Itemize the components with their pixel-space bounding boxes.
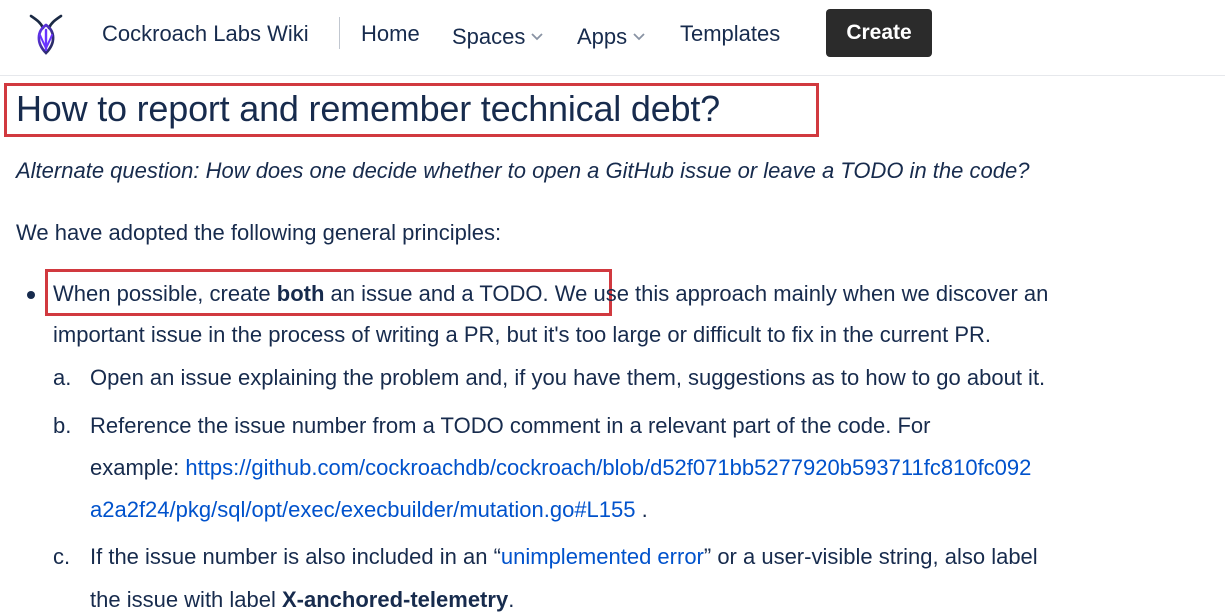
page-title: How to report and remember technical deb… bbox=[16, 88, 720, 129]
sub-item-b-text-2: example: https://github.com/cockroachdb/… bbox=[90, 455, 1031, 481]
bullet-line-1: When possible, create both an issue and … bbox=[53, 281, 1048, 307]
nav-apps-dropdown[interactable]: Apps bbox=[577, 21, 645, 50]
telemetry-label-bold: X-anchored-telemetry bbox=[282, 587, 509, 612]
cockroach-logo-icon[interactable] bbox=[26, 12, 66, 56]
github-link-line-1[interactable]: https://github.com/cockroachdb/cockroach… bbox=[185, 455, 1031, 480]
sub-item-b-suffix: . bbox=[635, 497, 648, 522]
bullet-line-2: important issue in the process of writin… bbox=[53, 322, 991, 347]
sub-item-c-line2-prefix: the issue with label bbox=[90, 587, 282, 612]
unimplemented-error-link[interactable]: unimplemented error bbox=[501, 544, 704, 569]
sub-item-b-text-1: Reference the issue number from a TODO c… bbox=[90, 413, 931, 438]
top-navigation-bar: Cockroach Labs Wiki Home Spaces Apps Tem… bbox=[0, 0, 1225, 76]
bullet-bold-both: both bbox=[276, 281, 325, 306]
github-link-line-2[interactable]: a2a2f24/pkg/sql/opt/exec/execbuilder/mut… bbox=[90, 497, 636, 522]
nav-spaces-label: Spaces bbox=[452, 24, 526, 49]
sub-item-c-line2-suffix: . bbox=[508, 587, 515, 612]
sub-item-a-text: Open an issue explaining the problem and… bbox=[90, 365, 1046, 390]
sub-item-c-prefix: If the issue number is also included in … bbox=[90, 544, 501, 569]
site-name-link[interactable]: Cockroach Labs Wiki bbox=[102, 21, 309, 47]
sub-item-b-marker: b. bbox=[53, 413, 72, 438]
header-divider bbox=[339, 17, 340, 49]
bullet-text-part2: an issue and a TODO. bbox=[324, 281, 549, 306]
create-button[interactable]: Create bbox=[826, 9, 932, 57]
sub-item-c-marker: c. bbox=[53, 544, 71, 569]
chevron-down-icon bbox=[633, 21, 645, 47]
sub-item-b-example-label: example: bbox=[90, 455, 186, 480]
sub-item-c-text-1: If the issue number is also included in … bbox=[90, 544, 1038, 570]
bullet-marker bbox=[27, 291, 35, 299]
alternate-question: Alternate question: How does one decide … bbox=[16, 158, 1030, 183]
sub-item-b-text-3: a2a2f24/pkg/sql/opt/exec/execbuilder/mut… bbox=[90, 497, 648, 523]
bullet-text-part3: We use this approach mainly when we disc… bbox=[548, 281, 1049, 306]
nav-apps-label: Apps bbox=[577, 24, 628, 49]
sub-item-c-text-2: the issue with label X-anchored-telemetr… bbox=[90, 587, 514, 613]
nav-home[interactable]: Home bbox=[361, 21, 420, 47]
bullet-text-part1: When possible, create bbox=[53, 281, 277, 306]
chevron-down-icon bbox=[531, 21, 544, 47]
sub-item-c-suffix: ” or a user-visible string, also label bbox=[703, 544, 1038, 569]
intro-paragraph: We have adopted the following general pr… bbox=[16, 220, 502, 245]
nav-spaces-dropdown[interactable]: Spaces bbox=[452, 21, 544, 50]
sub-item-a-marker: a. bbox=[53, 365, 72, 390]
nav-templates[interactable]: Templates bbox=[680, 21, 780, 47]
